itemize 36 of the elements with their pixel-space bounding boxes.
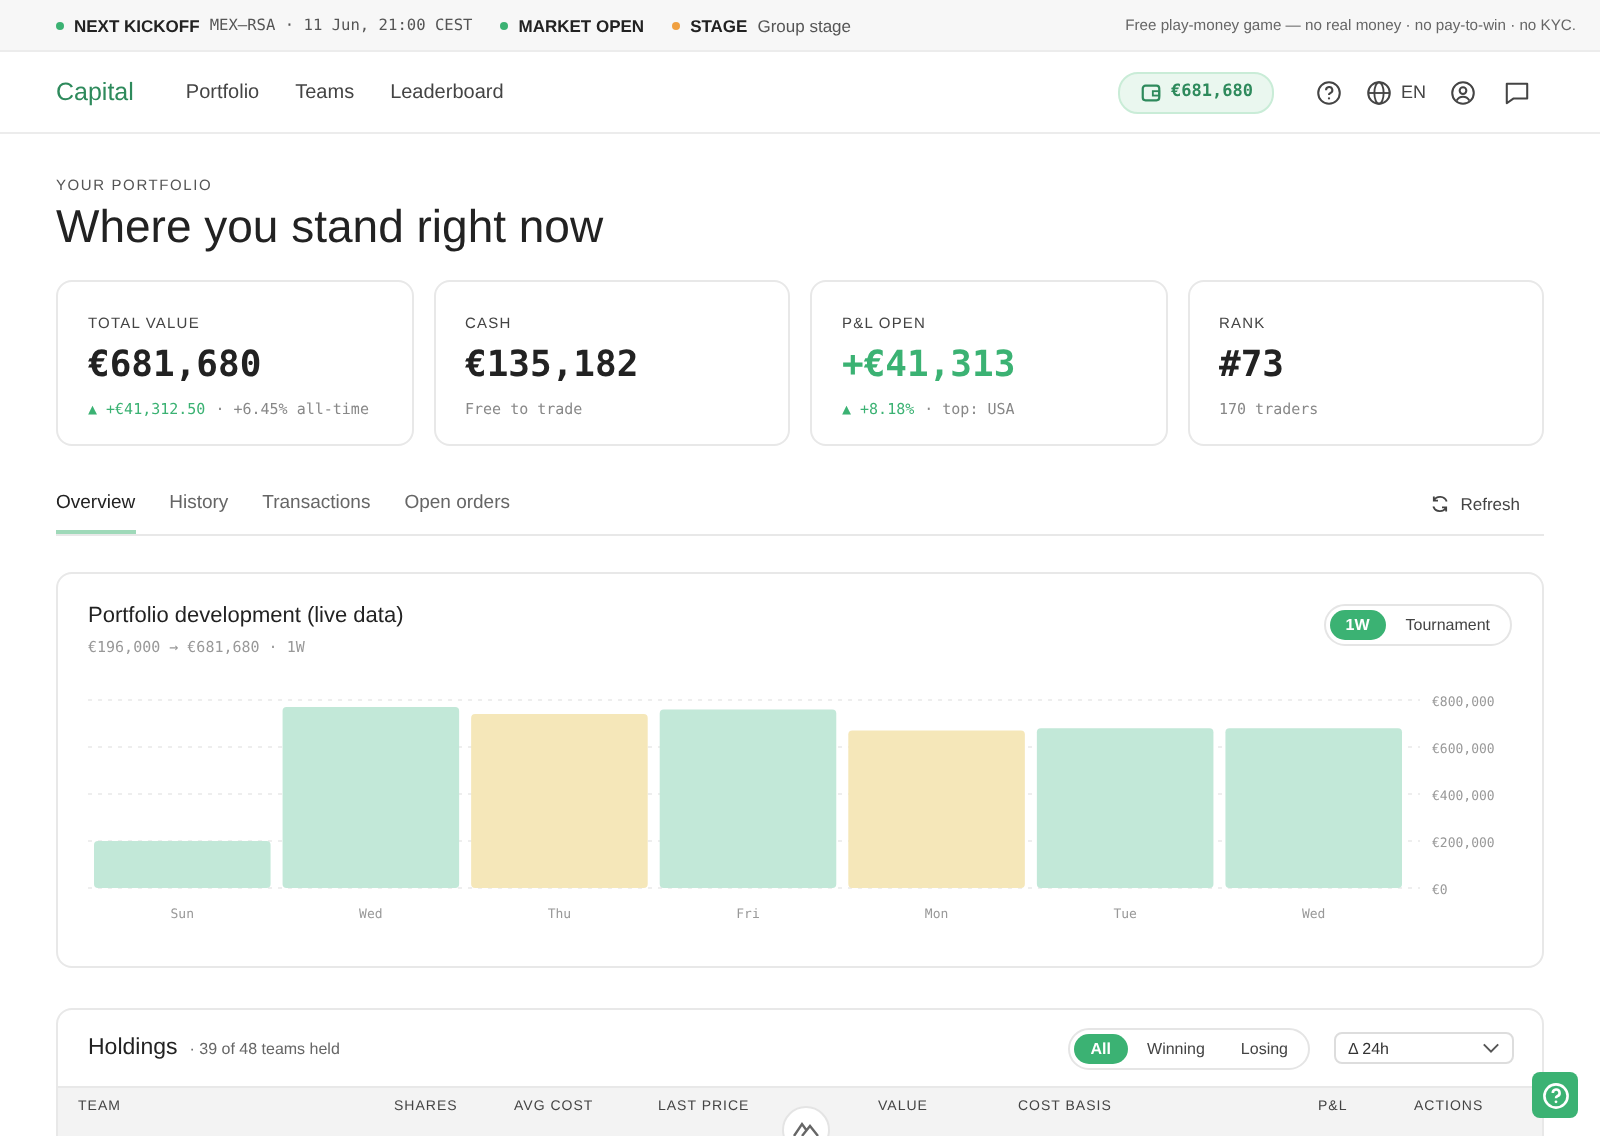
stat-value: +€41,313 xyxy=(842,344,1018,386)
tab[interactable]: Open orders xyxy=(404,474,510,534)
ticker-label: NEXT KICKOFF xyxy=(74,15,200,35)
logo[interactable]: Capital xyxy=(56,78,134,106)
balance-button[interactable]: €681,680 xyxy=(1117,71,1275,113)
tab[interactable]: History xyxy=(169,474,229,534)
page-title: Where you stand right now xyxy=(56,200,606,254)
nav-link[interactable]: Portfolio xyxy=(185,81,260,103)
range-toggle[interactable]: Tournament xyxy=(1389,610,1506,640)
refresh-icon xyxy=(1430,494,1451,514)
holdings-count: · 39 of 48 teams held xyxy=(189,1039,340,1057)
tab[interactable]: Overview xyxy=(56,474,136,534)
tab[interactable]: Transactions xyxy=(262,474,371,534)
help-button[interactable] xyxy=(1532,1072,1578,1118)
chat-icon[interactable] xyxy=(1504,79,1530,105)
filter-toggle[interactable]: Losing xyxy=(1224,1033,1304,1063)
user-icon[interactable] xyxy=(1450,79,1476,105)
help-icon[interactable] xyxy=(1316,79,1343,105)
ticker-label: MARKET OPEN xyxy=(518,15,645,35)
wallet-icon xyxy=(1139,81,1162,103)
nav-link[interactable]: Leaderboard xyxy=(390,81,504,103)
stat-value: #73 xyxy=(1219,344,1287,386)
filter-toggle[interactable]: Winning xyxy=(1131,1033,1221,1063)
nav-link[interactable]: Teams xyxy=(295,81,355,103)
ticker-value: Group stage xyxy=(757,15,851,35)
globe-icon xyxy=(1366,79,1393,105)
stat-value: €135,182 xyxy=(465,344,641,386)
holdings-title: Holdings xyxy=(88,1036,178,1060)
help-icon xyxy=(1541,1081,1569,1109)
sort-select[interactable]: Δ 24h xyxy=(1334,1032,1514,1064)
chevron-down-icon xyxy=(1482,1042,1500,1054)
chart-title: Portfolio development (live data) xyxy=(88,604,404,628)
ticker-label: STAGE xyxy=(690,15,748,35)
stat-value: €681,680 xyxy=(88,344,264,386)
language-button[interactable]: EN xyxy=(1356,79,1436,105)
refresh-button[interactable]: Refresh xyxy=(1418,492,1532,516)
